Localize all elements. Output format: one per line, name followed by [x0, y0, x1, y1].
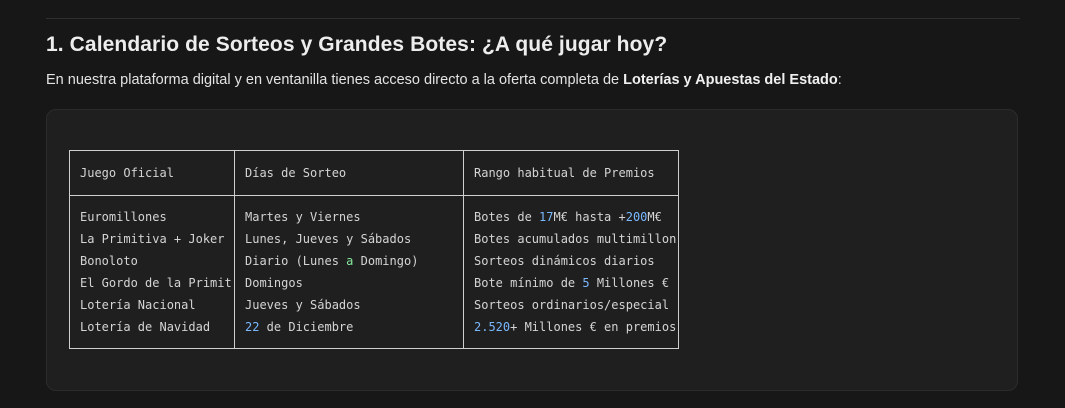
cell-dias: Lunes, Jueves y Sábados: [234, 228, 464, 250]
intro-text: En nuestra plataforma digital y en venta…: [46, 72, 624, 88]
cell-premios: 2.520+ Millones € en premios: [463, 316, 679, 338]
cell-juego: Bonoloto: [69, 250, 235, 272]
header-dias-sorteo: Días de Sorteo: [234, 150, 464, 196]
cell-premios: Botes acumulados multimillon: [463, 228, 679, 250]
intro-text-end: :: [837, 72, 842, 88]
table-row: El Gordo de la Primit Domingos Bote míni…: [69, 272, 679, 294]
cell-juego: Euromillones: [69, 195, 235, 228]
cell-dias: Jueves y Sábados: [234, 294, 464, 316]
cell-juego: Lotería de Navidad: [69, 316, 235, 338]
cell-juego: Lotería Nacional: [69, 294, 235, 316]
table-row: La Primitiva + Joker Lunes, Jueves y Sáb…: [69, 228, 679, 250]
table-bottom-border: [69, 338, 679, 349]
table-row: Euromillones Martes y Viernes Botes de 1…: [69, 195, 679, 228]
table-header-row: Juego Oficial Días de Sorteo Rango habit…: [69, 150, 679, 196]
table-row: Lotería Nacional Jueves y Sábados Sorteo…: [69, 294, 679, 316]
table-border-cell: [234, 338, 464, 349]
cell-juego: La Primitiva + Joker: [69, 228, 235, 250]
cell-premios: Sorteos dinámicos diarios: [463, 250, 679, 272]
page-title: 1. Calendario de Sorteos y Grandes Botes…: [46, 33, 668, 56]
table-row: Bonoloto Diario (Lunes a Domingo) Sorteo…: [69, 250, 679, 272]
table-border-cell: [463, 338, 679, 349]
cell-dias: Diario (Lunes a Domingo): [234, 250, 464, 272]
table-border-cell: [69, 338, 235, 349]
cell-dias: 22 de Diciembre: [234, 316, 464, 338]
code-block[interactable]: Juego Oficial Días de Sorteo Rango habit…: [46, 109, 1018, 391]
lottery-schedule-table: Juego Oficial Días de Sorteo Rango habit…: [69, 150, 679, 349]
cell-premios: Bote mínimo de 5 Millones €: [463, 272, 679, 294]
cell-dias: Domingos: [234, 272, 464, 294]
cell-premios: Botes de 17M€ hasta +200M€: [463, 195, 679, 228]
top-divider: [46, 18, 1020, 19]
intro-bold-text: Loterías y Apuestas del Estado: [623, 72, 838, 88]
header-rango-premios: Rango habitual de Premios: [463, 150, 679, 196]
header-juego-oficial: Juego Oficial: [69, 150, 235, 196]
cell-juego: El Gordo de la Primit: [69, 272, 235, 294]
intro-paragraph: En nuestra plataforma digital y en venta…: [46, 72, 842, 88]
cell-dias: Martes y Viernes: [234, 195, 464, 228]
table-row: Lotería de Navidad 22 de Diciembre 2.520…: [69, 316, 679, 338]
cell-premios: Sorteos ordinarios/especial: [463, 294, 679, 316]
